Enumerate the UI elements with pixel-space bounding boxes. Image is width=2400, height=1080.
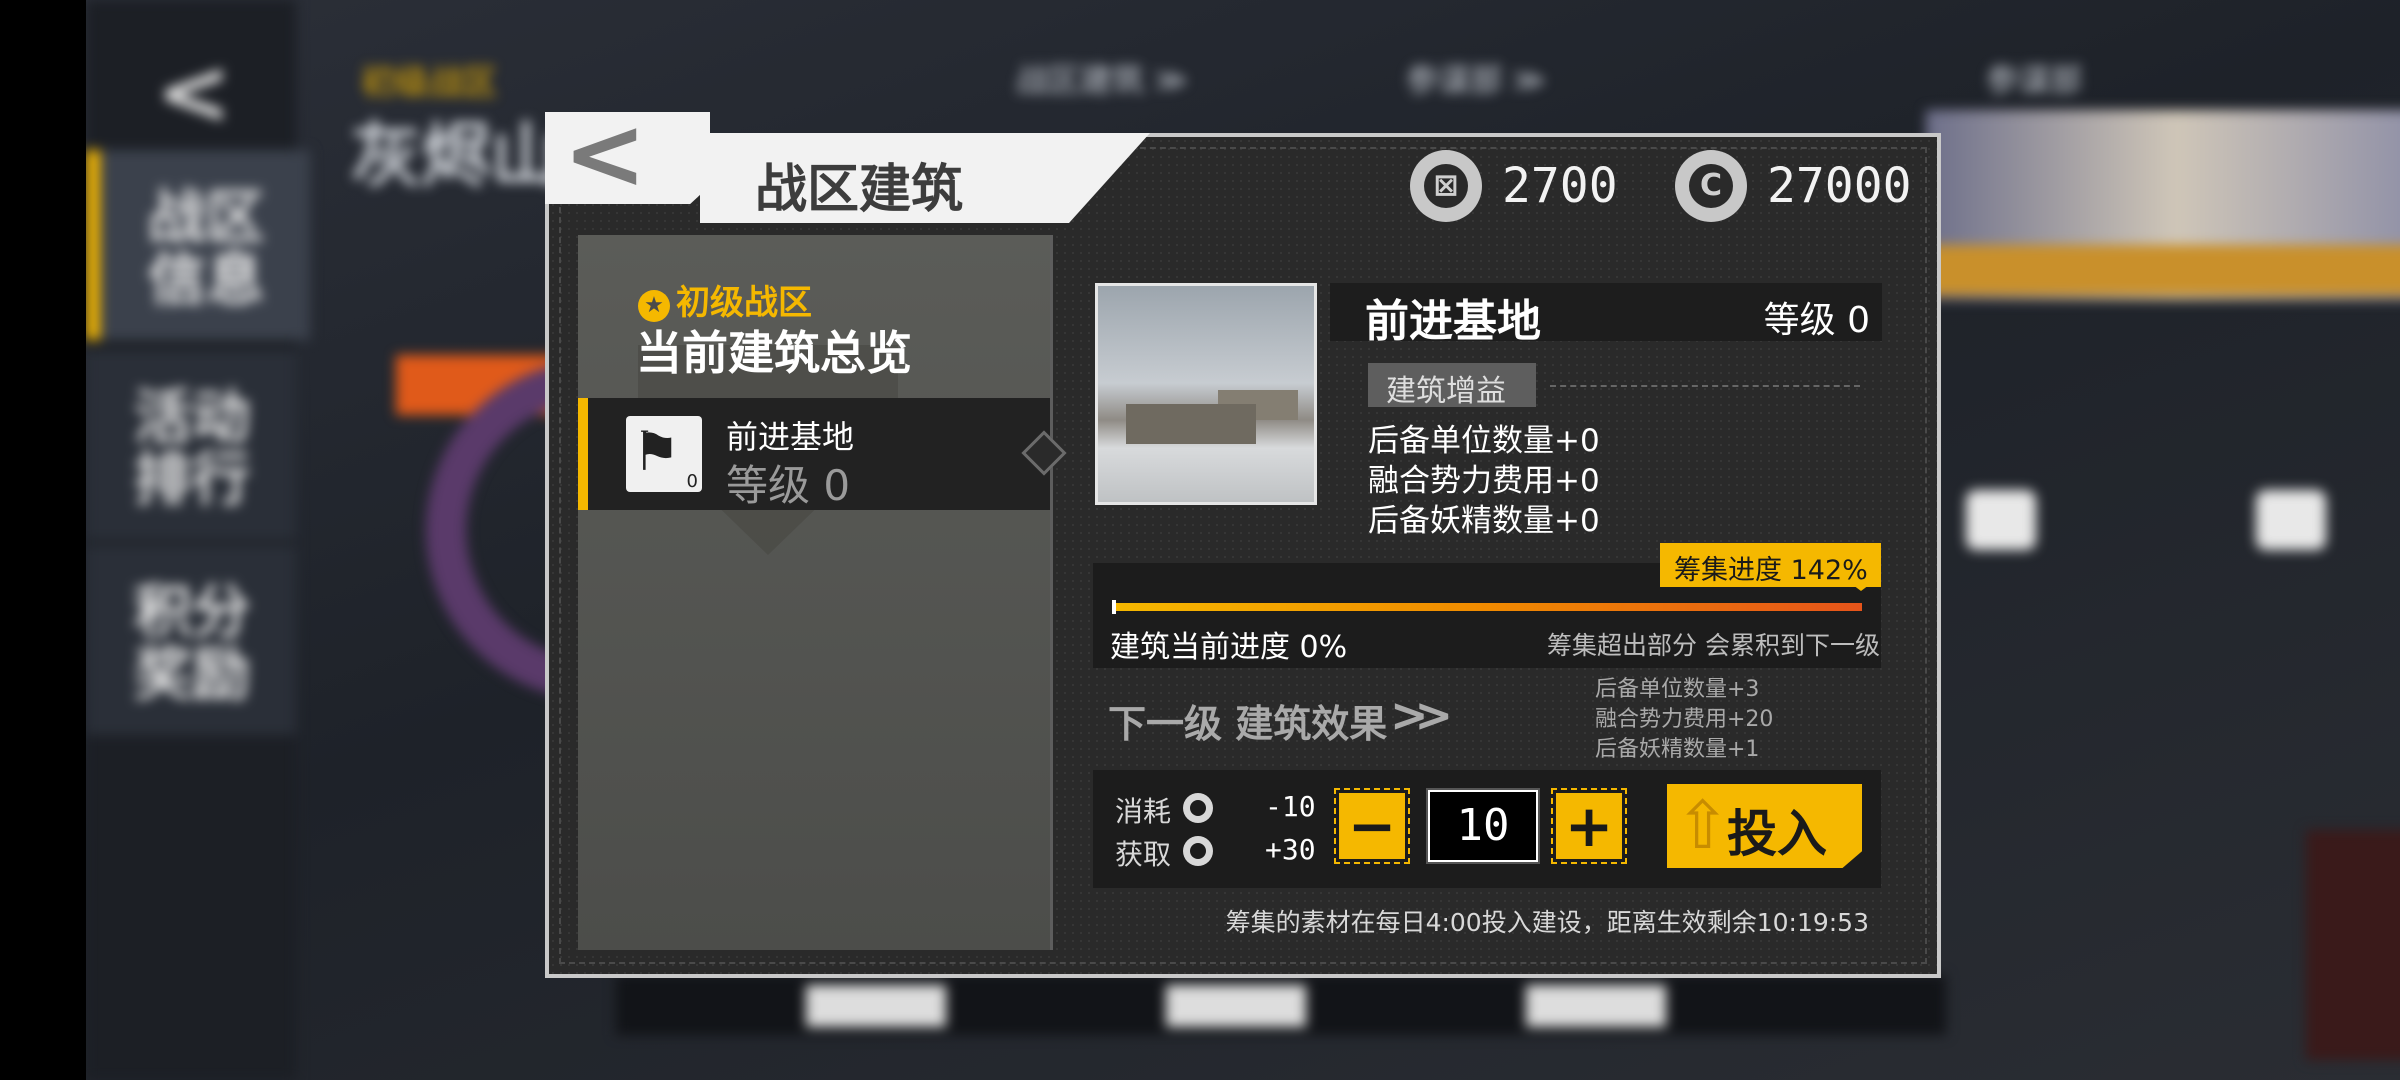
background-left-nav: < 战区信息 活动排行 积分奖励	[86, 0, 310, 1080]
panel-divider	[1050, 235, 1053, 950]
quantity-field[interactable]: 10	[1426, 788, 1540, 864]
background-lock-icon	[2256, 490, 2326, 550]
background-top-link: 参谋部 ≫	[1406, 61, 1546, 99]
double-chevron-right-icon[interactable]: >>	[1390, 688, 1453, 742]
next-effect-item: 后备妖精数量+1	[1595, 737, 1760, 762]
building-list-item[interactable]: ⚑ 0 前进基地 等级 0	[578, 398, 1050, 510]
back-button[interactable]: <	[545, 112, 710, 204]
background-top-link: 参谋部	[1986, 61, 2083, 99]
credit-amount: 27000	[1767, 158, 1912, 214]
currency-credit: C 27000	[1675, 150, 1912, 222]
background-tab-ranking: 活动排行	[86, 350, 296, 540]
credit-icon	[1183, 836, 1213, 866]
background-bottom-chip	[1166, 985, 1306, 1027]
gain-label: 获取	[1115, 838, 1172, 871]
background-title-sub: 初级战区	[361, 63, 497, 103]
arrow-up-icon: ⇧	[1675, 787, 1731, 864]
progress-text: 建筑当前进度 0%	[1110, 630, 1348, 665]
overview-title: 当前建筑总览	[636, 326, 912, 380]
invest-button[interactable]: ⇧ 投入	[1667, 784, 1862, 868]
bonus-item: 融合势力费用+0	[1368, 463, 1600, 499]
next-effect-item: 融合势力费用+20	[1595, 707, 1774, 732]
building-header: 前进基地 等级 0	[1330, 283, 1882, 347]
supply-icon: ⊠	[1410, 150, 1482, 222]
quantity-value: 10	[1456, 800, 1510, 851]
consume-value: -10	[1265, 790, 1316, 823]
minus-icon: −	[1347, 792, 1397, 860]
consume-label: 消耗	[1115, 795, 1172, 828]
forward-base-icon: ⚑ 0	[626, 416, 702, 492]
building-level-label: 等级 0	[1763, 300, 1870, 341]
building-title: 前进基地	[1365, 296, 1541, 347]
building-list-panel: ★ 初级战区 当前建筑总览 ⚑ 0 前进基地 等级 0	[578, 235, 1050, 950]
background-top-link: 战区建筑 ≫	[1016, 61, 1188, 99]
bonus-tag: 建筑增益	[1368, 363, 1536, 409]
background-tab-rewards: 积分奖励	[86, 545, 296, 735]
bonus-item: 后备妖精数量+0	[1368, 503, 1600, 539]
progress-fill	[1112, 603, 1862, 611]
background-bottom-chip	[806, 985, 946, 1027]
background-banner-bar	[1926, 245, 2400, 295]
progress-marker	[1112, 600, 1116, 614]
supply-amount: 2700	[1502, 158, 1618, 214]
next-level-label[interactable]: 下一级 建筑效果	[1108, 693, 1387, 748]
plus-icon: +	[1564, 792, 1614, 860]
progress-note: 筹集超出部分 会累积到下一级	[1547, 631, 1880, 660]
invest-label: 投入	[1727, 805, 1827, 863]
background-pane	[2306, 830, 2400, 1060]
background-bottom-chip	[1526, 985, 1666, 1027]
gain-value: +30	[1265, 833, 1316, 866]
background-title: 灰烬山	[351, 115, 561, 197]
background-back-icon: <	[156, 40, 232, 145]
currency-supply: ⊠ 2700	[1410, 150, 1618, 222]
chevron-left-icon: <	[563, 95, 647, 212]
background-tab-info: 战区信息	[86, 150, 310, 340]
increase-button[interactable]: +	[1551, 788, 1627, 864]
footer-note: 筹集的素材在每日4:00投入建设，距离生效剩余10:19:53	[1225, 908, 1869, 937]
bonus-item: 后备单位数量+0	[1368, 423, 1600, 459]
building-level: 等级 0	[726, 461, 851, 510]
next-effect-item: 后备单位数量+3	[1595, 677, 1760, 702]
progress-badge: 筹集进度 142%	[1660, 543, 1881, 591]
building-photo	[1095, 283, 1317, 505]
background-lock-icon	[1966, 490, 2036, 550]
credit-icon: C	[1675, 150, 1747, 222]
bonus-divider	[1550, 385, 1860, 387]
dialog-title: 战区建筑	[755, 160, 964, 220]
decrease-button[interactable]: −	[1334, 788, 1410, 864]
supply-icon	[1183, 793, 1213, 823]
